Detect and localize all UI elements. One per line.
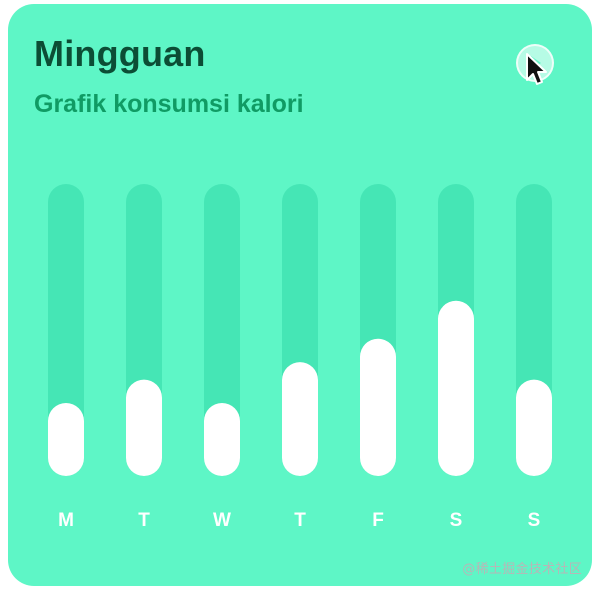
- bar-0[interactable]: [48, 403, 84, 476]
- bar-1[interactable]: [126, 379, 162, 476]
- x-tick-label: S: [450, 510, 463, 531]
- weekly-calorie-card: M T W T F S S Mingguan Grafik konsumsi kalori: [8, 4, 592, 586]
- watermark: @稀土掘金技术社区: [462, 562, 582, 577]
- x-tick-label: S: [528, 510, 541, 531]
- bar-2[interactable]: [204, 403, 240, 476]
- mouse-cursor-icon: [526, 53, 547, 85]
- x-tick-label: T: [138, 510, 150, 531]
- bar-3[interactable]: [282, 362, 318, 476]
- chart-subtitle: Grafik konsumsi kalori: [34, 90, 304, 118]
- x-tick-label: F: [372, 510, 384, 531]
- x-tick-label: W: [213, 510, 231, 531]
- bar-4[interactable]: [360, 338, 396, 476]
- page-title: Mingguan: [34, 33, 206, 74]
- x-tick-label: M: [58, 510, 74, 531]
- bar-5[interactable]: [438, 300, 474, 476]
- x-tick-label: T: [294, 510, 306, 531]
- bar-6[interactable]: [516, 379, 552, 476]
